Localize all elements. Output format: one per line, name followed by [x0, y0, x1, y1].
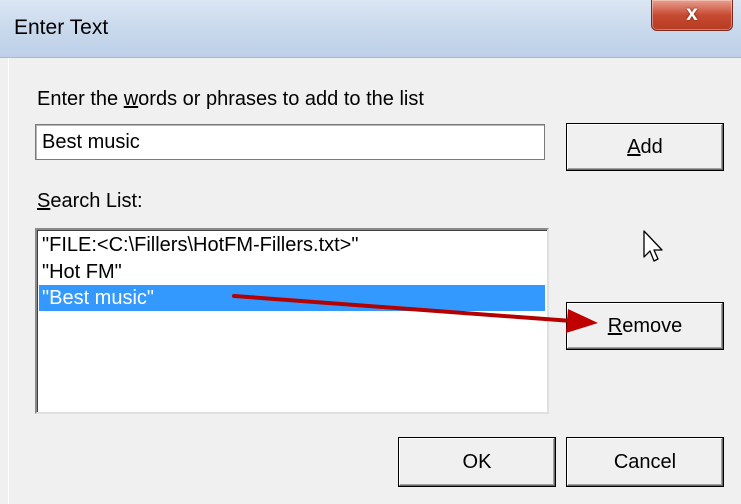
cancel-button[interactable]: Cancel	[566, 437, 724, 487]
search-list-label: Search List:	[37, 190, 143, 213]
add-button-label: dd	[640, 135, 663, 158]
search-list-label-text: earch List:	[50, 190, 143, 212]
list-item[interactable]: "Hot FM"	[39, 259, 545, 285]
add-button-mnemonic: A	[627, 135, 641, 158]
phrase-input[interactable]	[35, 124, 545, 160]
prompt-label-end: ords or phrases to add to the list	[138, 88, 424, 110]
search-list[interactable]: "FILE:<C:\Fillers\HotFM-Fillers.txt>" "H…	[35, 228, 549, 414]
list-item[interactable]: "FILE:<C:\Fillers\HotFM-Fillers.txt>"	[39, 232, 545, 258]
list-item-selected[interactable]: "Best music"	[39, 285, 545, 311]
search-list-label-mnemonic: S	[37, 190, 51, 212]
close-icon: x	[686, 2, 698, 25]
remove-button-mnemonic: R	[607, 314, 623, 337]
prompt-label-mnemonic: w	[123, 88, 139, 110]
window-title: Enter Text	[14, 16, 109, 39]
remove-button[interactable]: Remove	[566, 302, 724, 350]
close-button[interactable]: x	[651, 0, 733, 31]
ok-button[interactable]: OK	[398, 437, 556, 487]
titlebar[interactable]: Enter Text x	[0, 0, 741, 58]
prompt-label: Enter the words or phrases to add to the…	[37, 88, 424, 111]
prompt-label-start: Enter the	[37, 88, 124, 110]
remove-button-label: emove	[622, 314, 683, 337]
add-button[interactable]: Add	[566, 123, 724, 171]
mouse-cursor-icon	[643, 230, 663, 262]
